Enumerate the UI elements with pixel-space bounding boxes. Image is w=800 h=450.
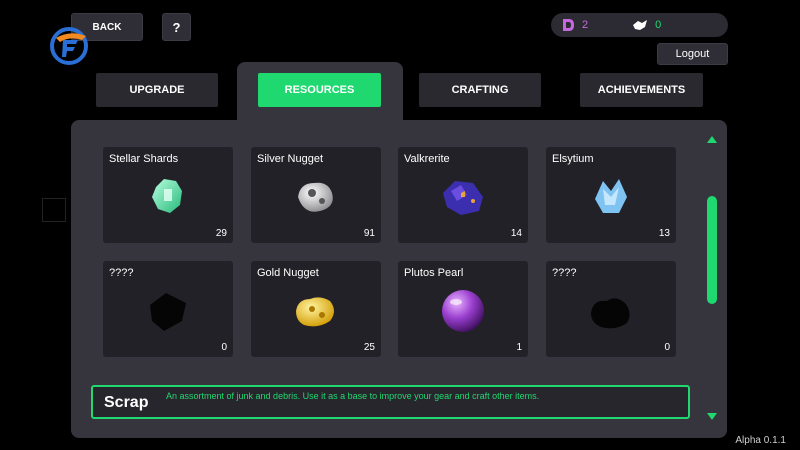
resource-count: 0 xyxy=(221,342,227,353)
resource-description-box: Scrap An assortment of junk and debris. … xyxy=(91,385,690,419)
resource-count: 14 xyxy=(510,228,522,239)
logout-button[interactable]: Logout xyxy=(657,43,728,65)
resource-count: 25 xyxy=(363,342,375,353)
resource-name: Valkrerite xyxy=(404,153,450,165)
valkrerite-icon xyxy=(443,181,483,215)
resource-card[interactable]: Gold Nugget 25 xyxy=(251,261,381,357)
gem-currency-icon xyxy=(563,19,574,31)
resource-card[interactable]: Silver Nugget 91 xyxy=(251,147,381,243)
tab-upgrade[interactable]: UPGRADE xyxy=(96,73,218,107)
resource-count: 29 xyxy=(215,228,227,239)
resource-card[interactable]: Stellar Shards 29 xyxy=(103,147,233,243)
resource-name: ???? xyxy=(109,267,134,279)
resource-name: Plutos Pearl xyxy=(404,267,464,279)
unknown-resource-icon xyxy=(591,298,630,329)
resource-name: ???? xyxy=(552,267,577,279)
tab-resources[interactable]: RESOURCES xyxy=(258,73,381,107)
resource-card[interactable]: Valkrerite 14 xyxy=(398,147,528,243)
resource-count: 91 xyxy=(363,228,375,239)
description-text: An assortment of junk and debris. Use it… xyxy=(166,391,540,401)
tab-achievements[interactable]: ACHIEVEMENTS xyxy=(580,73,703,107)
background-frame xyxy=(42,198,66,222)
unknown-resource-icon xyxy=(150,293,186,331)
resource-card[interactable]: ???? 0 xyxy=(546,261,676,357)
plutos-pearl-icon xyxy=(442,290,484,332)
currency-bar: 2 0 xyxy=(551,13,728,37)
resource-name: Silver Nugget xyxy=(257,153,324,165)
game-logo-icon xyxy=(50,27,88,65)
tab-crafting[interactable]: CRAFTING xyxy=(419,73,541,107)
gem-count: 2 xyxy=(582,19,589,31)
scroll-up-icon[interactable] xyxy=(707,136,717,143)
resource-card[interactable]: ???? 0 xyxy=(103,261,233,357)
version-label: Alpha 0.1.1 xyxy=(735,435,786,446)
gold-nugget-icon xyxy=(296,297,334,327)
crystal-count: 0 xyxy=(655,19,662,31)
resource-name: Gold Nugget xyxy=(257,267,319,279)
description-title: Scrap xyxy=(104,394,149,411)
silver-nugget-icon xyxy=(298,182,333,212)
resource-name: Stellar Shards xyxy=(109,153,179,165)
resource-name: Elsytium xyxy=(552,153,594,165)
resource-card[interactable]: Elsytium 13 xyxy=(546,147,676,243)
crystal-currency-icon xyxy=(633,20,648,30)
scroll-down-icon[interactable] xyxy=(707,413,717,420)
resource-count: 0 xyxy=(664,342,670,353)
scroll-thumb[interactable] xyxy=(707,196,717,304)
elsytium-icon xyxy=(595,179,627,213)
resource-count: 13 xyxy=(658,228,670,239)
resource-scrollbar[interactable] xyxy=(706,136,718,422)
resource-count: 1 xyxy=(516,342,522,353)
help-button[interactable]: ? xyxy=(162,13,191,41)
resource-card[interactable]: Plutos Pearl 1 xyxy=(398,261,528,357)
stellar-shard-icon xyxy=(152,179,182,213)
